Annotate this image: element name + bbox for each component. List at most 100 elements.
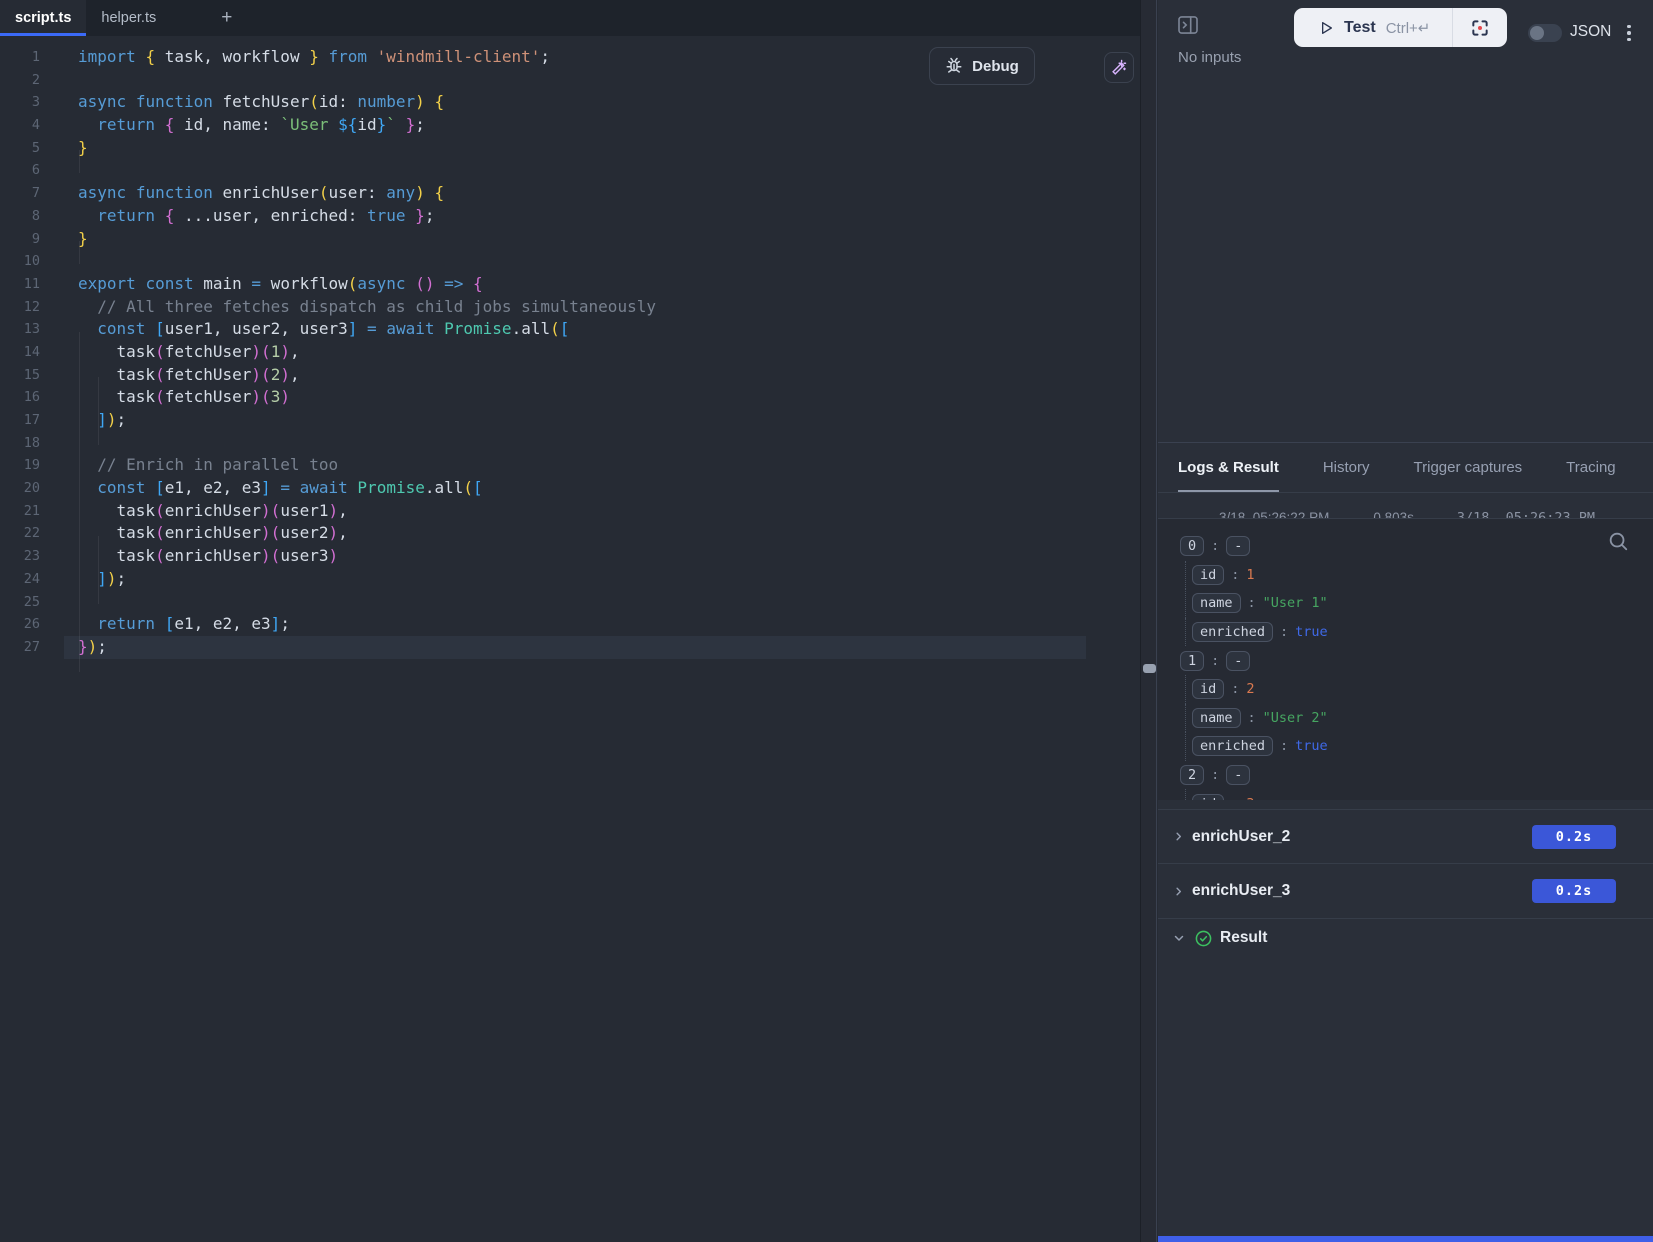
code-line-19[interactable]: 19 // Enrich in parallel too [0,454,1140,477]
code-line-14[interactable]: 14 task(fetchUser)(1), [0,341,1140,364]
line-number: 9 [0,228,40,251]
code-line-22[interactable]: 22 task(enrichUser)(user2), [0,522,1140,545]
collapse-toggle[interactable]: - [1226,651,1250,671]
code-line-27[interactable]: 27}); [0,636,1140,659]
test-button[interactable]: Test Ctrl+↵ [1294,8,1452,47]
result-title: Result [1220,929,1267,947]
code-line-24[interactable]: 24 ]); [0,568,1140,591]
ai-assistant-button[interactable] [1104,52,1134,83]
json-colon: : [1211,767,1219,783]
json-key-pill[interactable]: 2 [1180,765,1204,785]
json-toggle-label: JSON [1570,23,1611,41]
more-options-icon[interactable] [1620,20,1638,46]
code-text: // Enrich in parallel too [40,454,338,477]
magic-wand-icon [1111,59,1128,76]
code-line-3[interactable]: 3async function fetchUser(id: number) { [0,91,1140,114]
test-button-group: Test Ctrl+↵ [1294,8,1507,47]
code-text: return [e1, e2, e3]; [40,613,290,636]
json-key-pill[interactable]: 0 [1180,536,1204,556]
inputs-section: No inputs Test Ctrl+↵ [1158,0,1653,442]
json-key-pill[interactable]: name [1192,708,1241,728]
task-duration-badge[interactable]: 0.2s [1532,825,1616,849]
pane-resize-splitter[interactable] [1140,0,1157,1242]
code-line-10[interactable]: 10 [0,250,1140,273]
code-area[interactable]: 1import { task, workflow } from 'windmil… [0,36,1140,1242]
json-key-pill[interactable]: name [1192,593,1241,613]
code-line-16[interactable]: 16 task(fetchUser)(3) [0,386,1140,409]
code-line-17[interactable]: 17 ]); [0,409,1140,432]
code-line-18[interactable]: 18 [0,432,1140,455]
test-shortcut-label: Ctrl+↵ [1386,19,1431,37]
code-line-12[interactable]: 12 // All three fetches dispatch as chil… [0,296,1140,319]
json-row-enriched: enriched:true [1158,732,1653,761]
tab-tracing[interactable]: Tracing [1566,443,1615,492]
line-number: 17 [0,409,40,432]
code-line-23[interactable]: 23 task(enrichUser)(user3) [0,545,1140,568]
code-line-11[interactable]: 11export const main = workflow(async () … [0,273,1140,296]
code-line-25[interactable]: 25 [0,591,1140,614]
json-rows: 0:-id:1name:"User 1"enriched:true1:-id:2… [1158,519,1653,800]
task-row-enrichUser_3[interactable]: enrichUser_30.2s [1158,863,1653,917]
line-number: 21 [0,500,40,523]
line-number: 10 [0,250,40,273]
logs-tab-bar: Logs & Result History Trigger captures Trac… [1158,443,1653,493]
capture-run-button[interactable] [1453,8,1507,47]
code-line-5[interactable]: 5} [0,137,1140,160]
tab-trigger-captures[interactable]: Trigger captures [1414,443,1523,492]
code-line-7[interactable]: 7async function enrichUser(user: any) { [0,182,1140,205]
json-row-id: id:3 [1158,789,1653,800]
line-number: 16 [0,386,40,409]
line-number: 23 [0,545,40,568]
code-line-8[interactable]: 8 return { ...user, enriched: true }; [0,205,1140,228]
task-name: enrichUser_2 [1192,828,1290,846]
json-colon: : [1211,653,1219,669]
collapse-panel-icon[interactable] [1178,16,1198,34]
line-number: 14 [0,341,40,364]
json-toggle[interactable] [1528,24,1562,42]
line-number: 3 [0,91,40,114]
tab-logs-result[interactable]: Logs & Result [1178,443,1279,492]
new-tab-button[interactable]: + [213,7,240,29]
json-key-pill[interactable]: 1 [1180,651,1204,671]
code-text: task(enrichUser)(user2), [40,522,348,545]
json-key-pill[interactable]: enriched [1192,736,1273,756]
editor-tab-helper-ts[interactable]: helper.ts [86,0,171,36]
splitter-drag-handle[interactable] [1143,664,1156,673]
json-key-pill[interactable]: id [1192,794,1224,800]
code-text: task(fetchUser)(3) [40,386,290,409]
bug-icon [945,57,963,75]
code-text [40,250,78,273]
json-key-pill[interactable]: id [1192,565,1224,585]
task-row-enrichUser_2[interactable]: enrichUser_2 0.2s [1158,809,1653,863]
json-colon: : [1231,796,1239,800]
task-duration-badge[interactable]: 0.2s [1532,879,1616,903]
code-line-6[interactable]: 6 [0,159,1140,182]
code-line-26[interactable]: 26 return [e1, e2, e3]; [0,613,1140,636]
code-line-13[interactable]: 13 const [user1, user2, user3] = await P… [0,318,1140,341]
json-row-id: id:1 [1158,561,1653,590]
indent-guide [79,241,80,264]
code-line-4[interactable]: 4 return { id, name: `User ${id}` }; [0,114,1140,137]
code-line-21[interactable]: 21 task(enrichUser)(user1), [0,500,1140,523]
code-line-20[interactable]: 20 const [e1, e2, e3] = await Promise.al… [0,477,1140,500]
run-panel: No inputs Test Ctrl+↵ [1158,0,1653,1242]
code-text [40,432,78,455]
editor-tab-script-ts[interactable]: script.ts [0,0,86,36]
result-header[interactable]: Result [1158,918,1653,958]
json-row-name: name:"User 2" [1158,704,1653,733]
code-line-9[interactable]: 9} [0,228,1140,251]
debug-button[interactable]: Debug [929,47,1035,85]
collapse-toggle[interactable]: - [1226,536,1250,556]
code-line-15[interactable]: 15 task(fetchUser)(2), [0,364,1140,387]
capture-scan-icon [1470,18,1490,38]
json-key-pill[interactable]: id [1192,679,1224,699]
code-text: const [e1, e2, e3] = await Promise.all([ [40,477,483,500]
tab-history[interactable]: History [1323,443,1370,492]
collapse-toggle[interactable]: - [1226,765,1250,785]
horizontal-scrollbar[interactable] [1158,1236,1653,1242]
search-icon[interactable] [1605,529,1631,555]
json-value: "User 2" [1263,710,1328,726]
json-key-pill[interactable]: enriched [1192,622,1273,642]
json-row-1: 1:- [1158,646,1653,675]
json-colon: : [1280,738,1288,754]
